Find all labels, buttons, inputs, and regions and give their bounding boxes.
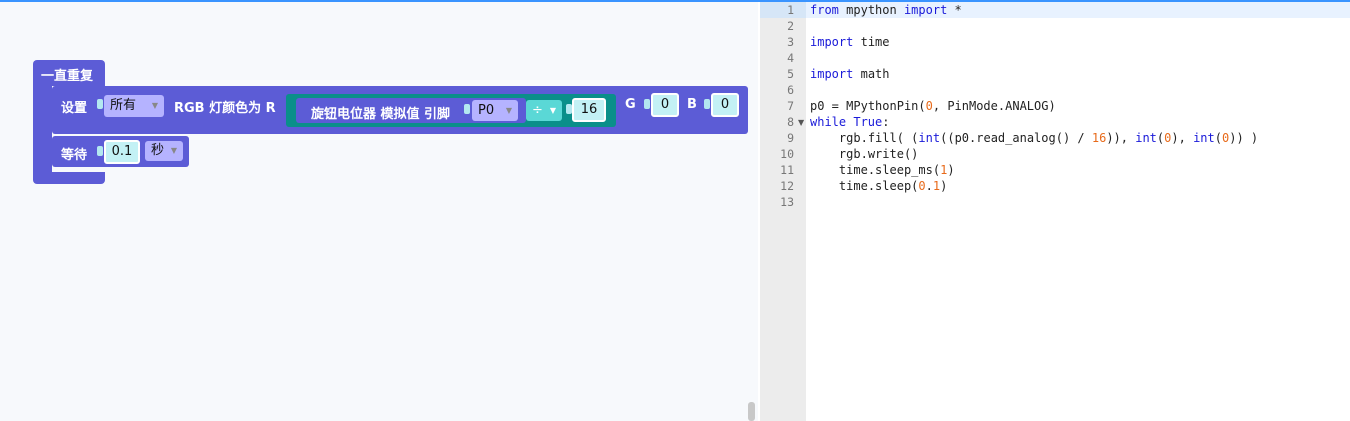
- code-line: time.sleep(0.1): [838, 179, 948, 193]
- code-line: p0 = MPythonPin(0, PinMode.ANALOG): [810, 99, 1056, 113]
- line-number: 13: [780, 195, 794, 209]
- chevron-down-icon: ▼: [549, 106, 556, 115]
- set-label: 设置: [61, 101, 88, 116]
- code-line: rgb.write(): [838, 147, 919, 161]
- operator-dropdown[interactable]: ÷ ▼: [526, 100, 562, 121]
- g-label: G: [625, 97, 636, 112]
- forever-loop-label: 一直重复: [41, 69, 94, 84]
- line-number: 10: [780, 147, 794, 161]
- pin-value: P0: [478, 103, 495, 118]
- time-unit-dropdown[interactable]: 秒 ▼: [145, 141, 183, 161]
- code-line: import math: [810, 67, 890, 81]
- forever-loop-arm: [33, 84, 52, 174]
- block-workspace[interactable]: [0, 2, 758, 421]
- line-number: 9: [787, 131, 794, 145]
- workspace-scrollbar[interactable]: [748, 402, 755, 421]
- fold-arrow-icon[interactable]: ▼: [798, 118, 804, 127]
- rgb-color-label: RGB 灯颜色为 R: [174, 101, 276, 116]
- potentiometer-label: 旋钮电位器 模拟值 引脚: [311, 107, 451, 122]
- code-line: while True:: [810, 115, 890, 129]
- operator-value: ÷: [532, 103, 543, 118]
- line-number: 12: [780, 179, 794, 193]
- line-number: 7: [787, 99, 794, 113]
- input-notch: [97, 99, 103, 109]
- forever-loop-bottom: [33, 172, 105, 184]
- b-label: B: [687, 97, 697, 112]
- code-line: from mpython import *: [810, 3, 962, 17]
- line-number: 6: [787, 83, 794, 97]
- rgb-target-value: 所有: [110, 98, 137, 113]
- line-number: 4: [787, 51, 794, 65]
- input-notch: [464, 104, 470, 114]
- line-number: 1: [787, 3, 794, 17]
- divisor-input[interactable]: 16: [572, 98, 606, 122]
- time-unit-value: 秒: [151, 143, 165, 158]
- pin-dropdown[interactable]: P0 ▼: [472, 100, 518, 121]
- code-line: time.sleep_ms(1): [838, 163, 955, 177]
- code-editor[interactable]: from mpython import * import time import m…: [806, 2, 1350, 421]
- input-notch: [644, 99, 650, 109]
- line-number: 11: [780, 163, 794, 177]
- rgb-target-dropdown[interactable]: 所有 ▼: [104, 95, 164, 117]
- code-line: rgb.fill( (int((p0.read_analog() / 16)),…: [838, 131, 1259, 145]
- g-value-input[interactable]: 0: [651, 93, 679, 117]
- line-number: 5: [787, 67, 794, 81]
- wait-seconds-input[interactable]: 0.1: [104, 140, 140, 164]
- line-number: 8: [787, 115, 794, 129]
- line-number: 3: [787, 35, 794, 49]
- wait-label: 等待: [61, 148, 88, 163]
- chevron-down-icon: ▼: [170, 146, 177, 155]
- input-notch: [97, 146, 103, 156]
- chevron-down-icon: ▼: [151, 101, 158, 110]
- chevron-down-icon: ▼: [505, 106, 512, 115]
- code-line: import time: [810, 35, 890, 49]
- input-notch: [704, 99, 710, 109]
- line-number-gutter: 1 2 3 4 5 6 7 8 9 10 11 12 13 ▼: [760, 2, 807, 421]
- b-value-input[interactable]: 0: [711, 93, 739, 117]
- line-number: 2: [787, 19, 794, 33]
